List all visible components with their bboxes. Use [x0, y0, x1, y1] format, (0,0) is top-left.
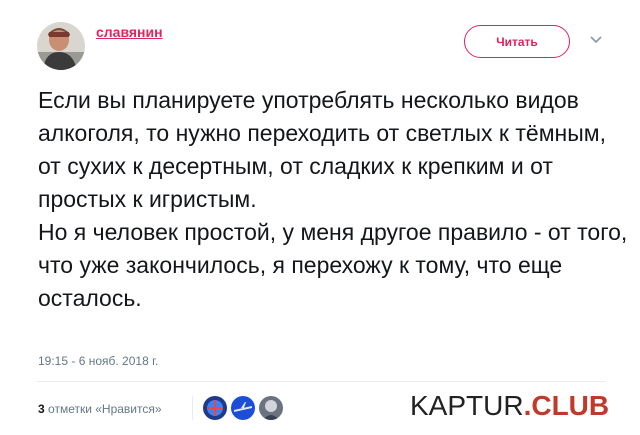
likes-summary[interactable]: 3 отметки «Нравится»	[38, 402, 162, 416]
tweet-timestamp[interactable]: 19:15 - 6 нояб. 2018 г.	[38, 354, 158, 368]
watermark-part1: KAPTUR	[410, 390, 524, 421]
follow-button[interactable]: Читать	[464, 25, 570, 58]
divider	[36, 381, 606, 382]
author-name[interactable]: славянин	[96, 24, 163, 40]
liker-avatar[interactable]	[231, 396, 255, 420]
author-avatar[interactable]	[37, 22, 85, 70]
watermark-part2: .CLUB	[523, 390, 610, 421]
liker-avatars	[203, 396, 283, 420]
likes-count: 3	[38, 402, 45, 416]
likes-separator	[192, 396, 193, 420]
likes-label: отметки «Нравится»	[48, 402, 162, 416]
liker-avatar[interactable]	[259, 396, 283, 420]
liker-avatar[interactable]	[203, 396, 227, 420]
watermark: KAPTUR.CLUB	[410, 390, 609, 422]
chevron-down-icon[interactable]	[589, 33, 603, 47]
tweet-text: Если вы планируете употреблять несколько…	[38, 87, 628, 311]
